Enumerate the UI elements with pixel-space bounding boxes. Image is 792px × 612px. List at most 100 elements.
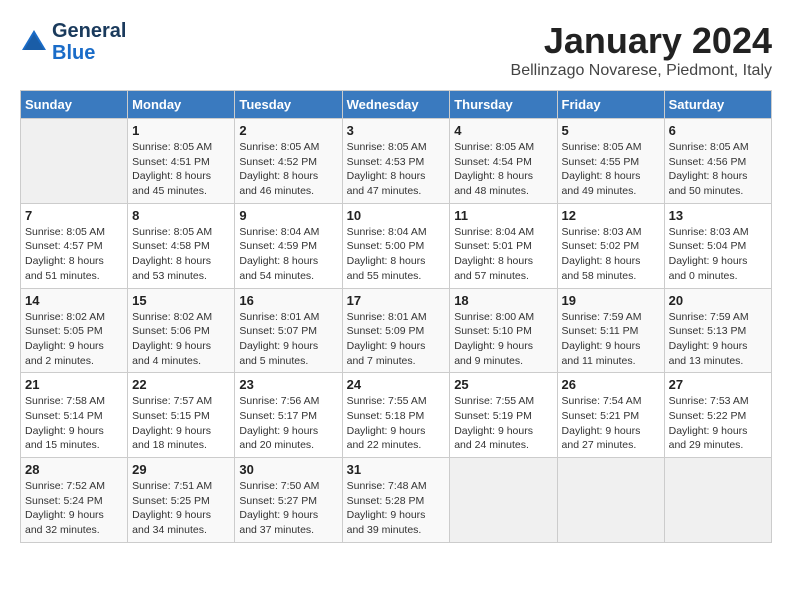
location: Bellinzago Novarese, Piedmont, Italy <box>511 62 772 80</box>
table-row: 26 Sunrise: 7:54 AM Sunset: 5:21 PM Dayli… <box>557 373 664 458</box>
day-number: 4 <box>454 123 552 138</box>
table-row: 2 Sunrise: 8:05 AM Sunset: 4:52 PM Daylig… <box>235 119 342 204</box>
day-info: Sunrise: 7:56 AM Sunset: 5:17 PM Dayligh… <box>239 394 337 453</box>
table-row <box>450 458 557 543</box>
day-number: 12 <box>562 208 660 223</box>
day-number: 13 <box>669 208 767 223</box>
week-row-5: 28Sunrise: 7:52 AM Sunset: 5:24 PM Dayli… <box>21 458 772 543</box>
day-number: 26 <box>562 377 660 392</box>
day-number: 29 <box>132 462 230 477</box>
header-tuesday: Tuesday <box>235 91 342 119</box>
day-number: 22 <box>132 377 230 392</box>
header-friday: Friday <box>557 91 664 119</box>
page-header: General Blue January 2024 Bellinzago Nov… <box>20 20 772 80</box>
day-number: 2 <box>239 123 337 138</box>
table-row: 21Sunrise: 7:58 AM Sunset: 5:14 PM Dayli… <box>21 373 128 458</box>
day-number: 27 <box>669 377 767 392</box>
logo-icon <box>20 28 48 56</box>
day-number: 5 <box>562 123 660 138</box>
table-row: 5 Sunrise: 8:05 AM Sunset: 4:55 PM Daylig… <box>557 119 664 204</box>
day-info: Sunrise: 7:57 AM Sunset: 5:15 PM Dayligh… <box>132 394 230 453</box>
table-row: 18Sunrise: 8:00 AM Sunset: 5:10 PM Dayli… <box>450 288 557 373</box>
week-row-2: 7Sunrise: 8:05 AM Sunset: 4:57 PM Daylig… <box>21 203 772 288</box>
day-info: Sunrise: 8:03 AM Sunset: 5:02 PM Dayligh… <box>562 225 660 284</box>
table-row: 20 Sunrise: 7:59 AM Sunset: 5:13 PM Dayli… <box>664 288 771 373</box>
day-number: 30 <box>239 462 337 477</box>
day-info: Sunrise: 7:50 AM Sunset: 5:27 PM Dayligh… <box>239 479 337 538</box>
table-row: 31Sunrise: 7:48 AM Sunset: 5:28 PM Dayli… <box>342 458 450 543</box>
day-number: 24 <box>347 377 446 392</box>
table-row: 1 Sunrise: 8:05 AM Sunset: 4:51 PM Daylig… <box>128 119 235 204</box>
table-row: 15 Sunrise: 8:02 AM Sunset: 5:06 PM Dayli… <box>128 288 235 373</box>
day-info: Sunrise: 7:55 AM Sunset: 5:19 PM Dayligh… <box>454 394 552 453</box>
table-row: 29 Sunrise: 7:51 AM Sunset: 5:25 PM Dayli… <box>128 458 235 543</box>
day-number: 18 <box>454 293 552 308</box>
day-info: Sunrise: 7:54 AM Sunset: 5:21 PM Dayligh… <box>562 394 660 453</box>
calendar-header-row: SundayMondayTuesdayWednesdayThursdayFrid… <box>21 91 772 119</box>
table-row: 23Sunrise: 7:56 AM Sunset: 5:17 PM Dayli… <box>235 373 342 458</box>
day-info: Sunrise: 7:51 AM Sunset: 5:25 PM Dayligh… <box>132 479 230 538</box>
day-info: Sunrise: 8:03 AM Sunset: 5:04 PM Dayligh… <box>669 225 767 284</box>
table-row: 3 Sunrise: 8:05 AM Sunset: 4:53 PM Daylig… <box>342 119 450 204</box>
table-row: 10Sunrise: 8:04 AM Sunset: 5:00 PM Dayli… <box>342 203 450 288</box>
day-info: Sunrise: 7:55 AM Sunset: 5:18 PM Dayligh… <box>347 394 446 453</box>
table-row: 27 Sunrise: 7:53 AM Sunset: 5:22 PM Dayli… <box>664 373 771 458</box>
day-number: 1 <box>132 123 230 138</box>
logo-text-line1: General <box>52 20 126 42</box>
day-info: Sunrise: 7:53 AM Sunset: 5:22 PM Dayligh… <box>669 394 767 453</box>
header-saturday: Saturday <box>664 91 771 119</box>
day-info: Sunrise: 7:59 AM Sunset: 5:11 PM Dayligh… <box>562 310 660 369</box>
day-number: 14 <box>25 293 123 308</box>
table-row: 25Sunrise: 7:55 AM Sunset: 5:19 PM Dayli… <box>450 373 557 458</box>
logo-text-line2: Blue <box>52 42 126 64</box>
day-info: Sunrise: 8:05 AM Sunset: 4:51 PM Dayligh… <box>132 140 230 199</box>
day-number: 9 <box>239 208 337 223</box>
day-number: 31 <box>347 462 446 477</box>
day-number: 6 <box>669 123 767 138</box>
header-thursday: Thursday <box>450 91 557 119</box>
table-row <box>664 458 771 543</box>
table-row: 13 Sunrise: 8:03 AM Sunset: 5:04 PM Dayli… <box>664 203 771 288</box>
month-title: January 2024 <box>511 20 772 62</box>
table-row: 11Sunrise: 8:04 AM Sunset: 5:01 PM Dayli… <box>450 203 557 288</box>
day-number: 21 <box>25 377 123 392</box>
table-row: 17Sunrise: 8:01 AM Sunset: 5:09 PM Dayli… <box>342 288 450 373</box>
day-number: 8 <box>132 208 230 223</box>
calendar-table: SundayMondayTuesdayWednesdayThursdayFrid… <box>20 90 772 543</box>
table-row: 9Sunrise: 8:04 AM Sunset: 4:59 PM Daylig… <box>235 203 342 288</box>
day-number: 20 <box>669 293 767 308</box>
table-row: 19Sunrise: 7:59 AM Sunset: 5:11 PM Dayli… <box>557 288 664 373</box>
day-info: Sunrise: 8:01 AM Sunset: 5:07 PM Dayligh… <box>239 310 337 369</box>
header-monday: Monday <box>128 91 235 119</box>
table-row: 4 Sunrise: 8:05 AM Sunset: 4:54 PM Daylig… <box>450 119 557 204</box>
table-row <box>21 119 128 204</box>
day-info: Sunrise: 8:05 AM Sunset: 4:55 PM Dayligh… <box>562 140 660 199</box>
day-info: Sunrise: 8:04 AM Sunset: 5:00 PM Dayligh… <box>347 225 446 284</box>
title-block: January 2024 Bellinzago Novarese, Piedmo… <box>511 20 772 80</box>
table-row: 24 Sunrise: 7:55 AM Sunset: 5:18 PM Dayli… <box>342 373 450 458</box>
day-info: Sunrise: 8:05 AM Sunset: 4:53 PM Dayligh… <box>347 140 446 199</box>
day-info: Sunrise: 8:02 AM Sunset: 5:06 PM Dayligh… <box>132 310 230 369</box>
day-info: Sunrise: 8:05 AM Sunset: 4:58 PM Dayligh… <box>132 225 230 284</box>
day-number: 15 <box>132 293 230 308</box>
day-number: 3 <box>347 123 446 138</box>
table-row: 28Sunrise: 7:52 AM Sunset: 5:24 PM Dayli… <box>21 458 128 543</box>
day-info: Sunrise: 8:05 AM Sunset: 4:57 PM Dayligh… <box>25 225 123 284</box>
table-row: 14Sunrise: 8:02 AM Sunset: 5:05 PM Dayli… <box>21 288 128 373</box>
day-number: 16 <box>239 293 337 308</box>
day-info: Sunrise: 8:05 AM Sunset: 4:56 PM Dayligh… <box>669 140 767 199</box>
table-row: 30 Sunrise: 7:50 AM Sunset: 5:27 PM Dayli… <box>235 458 342 543</box>
table-row: 12 Sunrise: 8:03 AM Sunset: 5:02 PM Dayli… <box>557 203 664 288</box>
table-row: 16 Sunrise: 8:01 AM Sunset: 5:07 PM Dayli… <box>235 288 342 373</box>
day-info: Sunrise: 7:59 AM Sunset: 5:13 PM Dayligh… <box>669 310 767 369</box>
week-row-3: 14Sunrise: 8:02 AM Sunset: 5:05 PM Dayli… <box>21 288 772 373</box>
day-info: Sunrise: 8:01 AM Sunset: 5:09 PM Dayligh… <box>347 310 446 369</box>
day-info: Sunrise: 8:05 AM Sunset: 4:52 PM Dayligh… <box>239 140 337 199</box>
day-info: Sunrise: 8:05 AM Sunset: 4:54 PM Dayligh… <box>454 140 552 199</box>
table-row: 8 Sunrise: 8:05 AM Sunset: 4:58 PM Daylig… <box>128 203 235 288</box>
day-number: 11 <box>454 208 552 223</box>
header-wednesday: Wednesday <box>342 91 450 119</box>
table-row: 6 Sunrise: 8:05 AM Sunset: 4:56 PM Daylig… <box>664 119 771 204</box>
logo: General Blue <box>20 20 126 64</box>
table-row <box>557 458 664 543</box>
